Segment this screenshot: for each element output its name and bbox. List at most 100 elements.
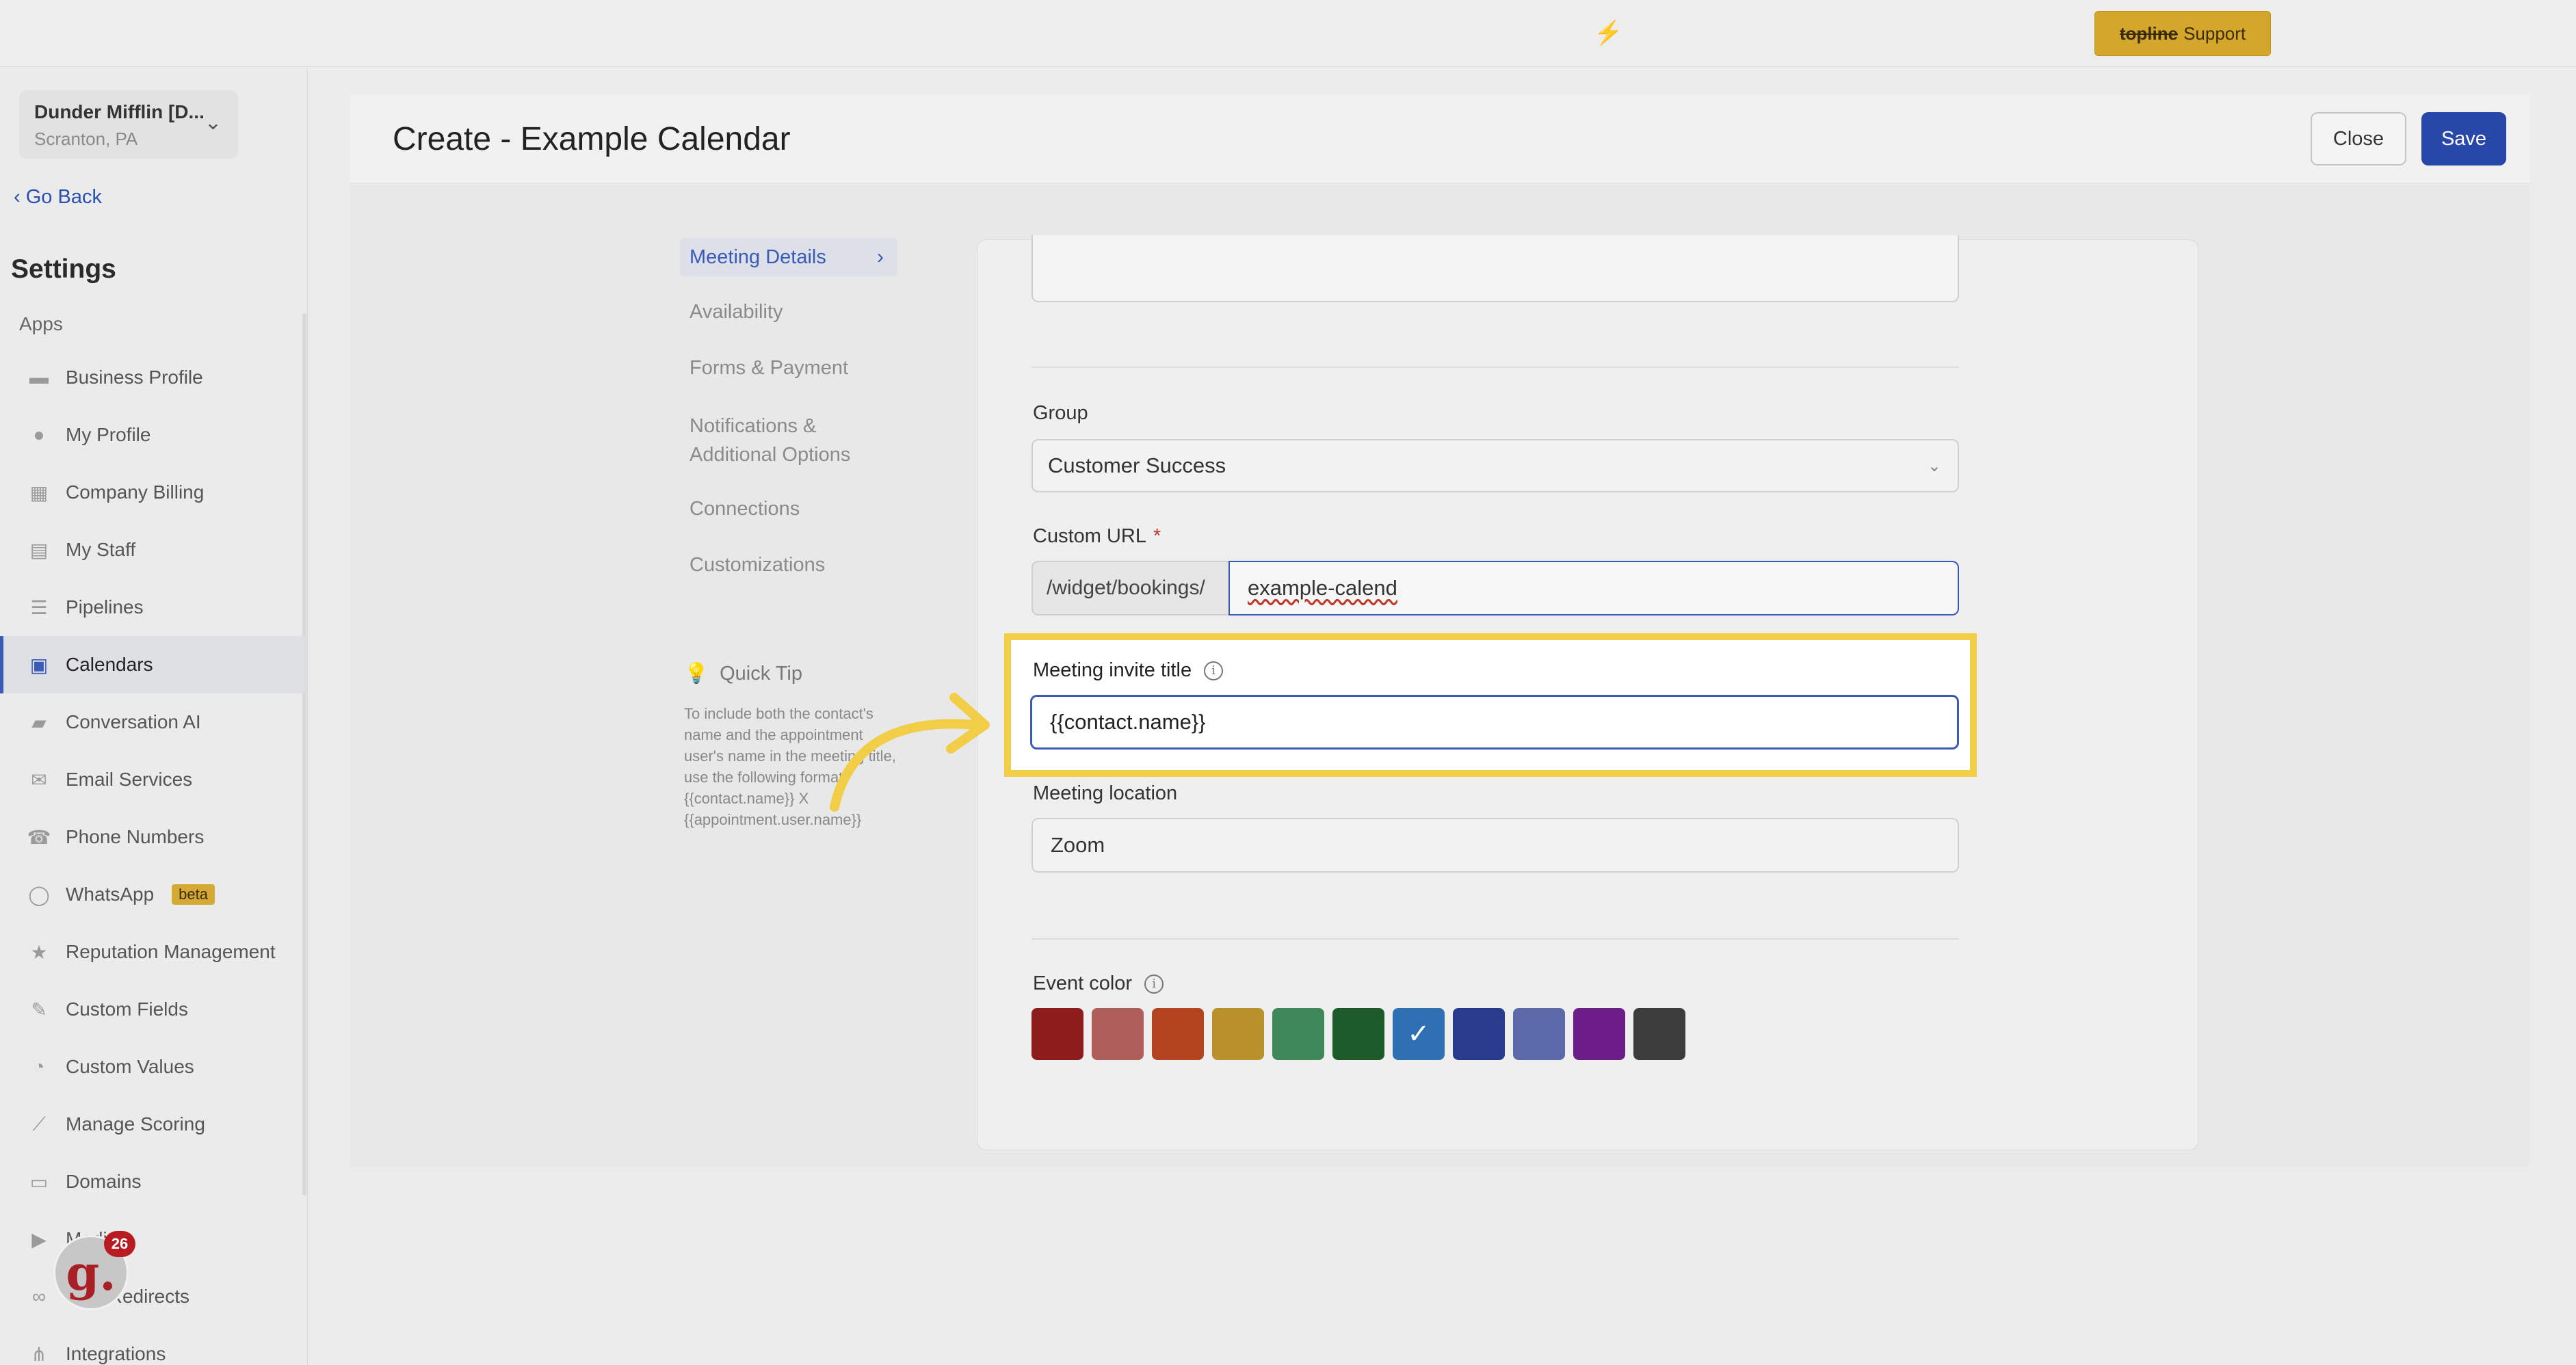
subnav-label: Forms & Payment	[689, 357, 849, 379]
support-brand: topline	[2119, 23, 2179, 44]
divider	[1031, 367, 1959, 368]
sidebar-item-pipelines[interactable]: ☰ Pipelines	[0, 579, 305, 636]
sidebar-item-label: Phone Numbers	[66, 826, 205, 847]
subnav-label: Availability	[689, 301, 783, 323]
tab-notifications[interactable]: Notifications & Additional Options	[680, 412, 885, 469]
sidebar-item-phone-numbers[interactable]: ☎ Phone Numbers	[0, 808, 305, 866]
lightbulb-icon: 💡	[684, 663, 709, 685]
sidebar-item-reputation-management[interactable]: ★ Reputation Management	[0, 923, 305, 981]
sidebar-item-label: Pipelines	[66, 596, 144, 618]
sidebar-item-conversation-ai[interactable]: ▰ Conversation AI	[0, 693, 305, 751]
invite-title-label-text: Meeting invite title	[1033, 659, 1192, 681]
sidebar-item-label: WhatsApp	[66, 884, 155, 905]
info-icon[interactable]: i	[1144, 974, 1164, 994]
pie-icon: ◔	[33, 1056, 45, 1077]
sidebar-item-media[interactable]: ▶ Media	[0, 1210, 305, 1268]
group-value: Customer Success	[1048, 453, 1226, 477]
quick-tip-label: Quick Tip	[720, 662, 802, 685]
sidebar-item-business-profile[interactable]: ▬ Business Profile	[0, 349, 305, 406]
subnav-label: Connections	[689, 498, 800, 520]
tab-availability[interactable]: Availability	[680, 301, 897, 323]
color-swatch[interactable]	[1092, 1008, 1144, 1060]
sidebar-item-my-staff[interactable]: ▤ My Staff	[0, 521, 305, 579]
chevron-down-icon: ⌄	[204, 111, 222, 134]
chat-icon: ▰	[31, 711, 47, 733]
sidebar-item-domains[interactable]: ▭ Domains	[0, 1153, 305, 1210]
funnel-icon: ☰	[30, 596, 48, 618]
sidebar-item-label: Integrations	[66, 1343, 166, 1364]
integration-icon: ⋔	[31, 1343, 47, 1365]
account-location: Scranton, PA	[34, 129, 138, 149]
account-name: Dunder Mifflin [D...	[34, 101, 205, 122]
tab-forms-payment[interactable]: Forms & Payment	[680, 357, 897, 380]
sidebar-item-custom-fields[interactable]: ✎ Custom Fields	[0, 981, 305, 1038]
tab-meeting-details[interactable]: Meeting Details ›	[680, 238, 897, 276]
event-color-label-text: Event color	[1033, 972, 1133, 994]
lightning-icon[interactable]: ⚡	[1594, 19, 1622, 47]
phone-icon: ☎	[27, 826, 51, 848]
invite-title-input[interactable]: {{contact.name}}	[1030, 695, 1959, 750]
info-icon[interactable]: i	[1204, 661, 1224, 680]
link-icon: ∞	[32, 1286, 46, 1307]
sidebar-item-manage-scoring[interactable]: ⟋ Manage Scoring	[0, 1096, 305, 1153]
sidebar-item-label: My Staff	[66, 539, 136, 560]
sidebar-item-label: Conversation AI	[66, 711, 201, 732]
color-swatch[interactable]	[1212, 1008, 1264, 1060]
sidebar-item-label: Company Billing	[66, 481, 205, 503]
location-input[interactable]: Zoom	[1031, 818, 1959, 873]
inbox-icon: ▤	[29, 539, 49, 561]
sidebar-item-custom-values[interactable]: ◔ Custom Values	[0, 1038, 305, 1096]
mail-icon: ✉	[31, 769, 47, 791]
custom-url-input[interactable]: example-calend	[1228, 561, 1959, 615]
page-header: Create - Example Calendar Close Save	[350, 94, 2529, 183]
whatsapp-icon: ◯	[28, 884, 50, 905]
sidebar-item-company-billing[interactable]: ▦ Company Billing	[0, 464, 305, 521]
video-icon: ▶	[31, 1228, 47, 1250]
account-switcher[interactable]: Dunder Mifflin [D... Scranton, PA ⌄	[19, 90, 238, 159]
invite-title-label: Meeting invite title i	[1033, 659, 1224, 682]
color-swatch[interactable]	[1573, 1008, 1625, 1060]
color-swatch[interactable]	[1272, 1008, 1324, 1060]
save-button[interactable]: Save	[2421, 112, 2506, 165]
color-swatch[interactable]	[1453, 1008, 1505, 1060]
top-bar: ⚡ topline Support	[0, 0, 2576, 67]
calendar-icon: ▣	[29, 654, 49, 676]
close-button[interactable]: Close	[2311, 112, 2406, 165]
color-swatch[interactable]	[1332, 1008, 1384, 1060]
color-swatch[interactable]	[1152, 1008, 1204, 1060]
chevron-down-icon: ⌄	[1927, 456, 1941, 475]
pointer-arrow-icon	[830, 693, 990, 812]
description-textarea[interactable]	[1031, 235, 1959, 302]
briefcase-icon: ▬	[29, 367, 49, 388]
tab-customizations[interactable]: Customizations	[680, 554, 897, 577]
group-select[interactable]: Customer Success ⌄	[1031, 439, 1959, 492]
support-button[interactable]: topline Support	[2094, 11, 2271, 56]
beta-badge: beta	[172, 884, 215, 905]
go-back-label: Go Back	[25, 186, 102, 208]
page-title: Create - Example Calendar	[393, 121, 791, 157]
custom-url-label-text: Custom URL	[1033, 525, 1146, 547]
sidebar-item-label: Custom Fields	[66, 998, 188, 1020]
sidebar-item-label: My Profile	[66, 424, 151, 445]
chart-icon: ⟋	[32, 1113, 46, 1135]
color-swatch[interactable]	[1513, 1008, 1565, 1060]
color-swatch[interactable]	[1031, 1008, 1083, 1060]
edit-icon: ✎	[31, 998, 47, 1020]
sidebar-item-label: Reputation Management	[66, 941, 276, 962]
tab-connections[interactable]: Connections	[680, 498, 897, 520]
sidebar-item-my-profile[interactable]: ● My Profile	[0, 406, 305, 464]
sidebar-item-url-redirects[interactable]: ∞ URL Redirects	[0, 1268, 305, 1325]
sidebar-item-email-services[interactable]: ✉ Email Services	[0, 751, 305, 808]
sidebar-item-whatsapp[interactable]: ◯ WhatsApp beta	[0, 866, 305, 923]
color-swatch[interactable]: ✓	[1393, 1008, 1445, 1060]
sidebar-item-integrations[interactable]: ⋔ Integrations	[0, 1325, 305, 1365]
divider	[1031, 938, 1959, 940]
color-swatch[interactable]	[1633, 1008, 1685, 1060]
apps-section-label: Apps	[19, 313, 63, 334]
sidebar-item-calendars[interactable]: ▣ Calendars	[0, 636, 305, 693]
go-back-link[interactable]: ‹ Go Back	[14, 186, 102, 209]
person-icon: ●	[33, 424, 45, 445]
custom-url-value: example-calend	[1248, 576, 1397, 600]
sidebar-item-label: Business Profile	[66, 367, 203, 388]
group-label: Group	[1033, 402, 1088, 424]
